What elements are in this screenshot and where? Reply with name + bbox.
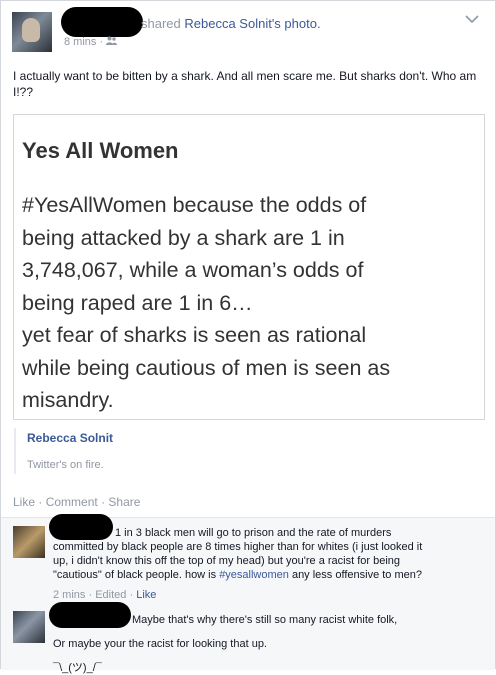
meta-separator: · [88,589,93,601]
comment-button[interactable]: Comment [46,495,98,509]
comment-line: "cautious" of black people. how is #yesa… [53,568,483,582]
comment-text: 1 in 3 black men will go to prison and t… [53,526,483,582]
attribution-name[interactable]: Rebecca Solnit [27,431,113,445]
comment-line: up, i didn't know this off the top of my… [53,555,401,567]
meta-separator: · [99,36,104,48]
comment-line: 1 in 3 black men will go to prison and t… [115,527,392,539]
photo-line: #YesAllWomen because the odds of [22,193,367,217]
post-text: I actually want to be bitten by a shark.… [13,69,477,99]
commenter-avatar[interactable] [13,526,45,558]
comment-line: ¯\_(ツ)_/¯ [53,662,102,674]
photo-line: being attacked by a shark are 1 in [22,225,345,250]
comment-meta: 2 mins · Edited · Like [53,589,156,601]
comment-text-part: any less offensive to men? [288,569,422,581]
attribution-description: Twitter's on fire. [27,459,104,471]
comment-text-part: "cautious" of black people. how is [53,569,220,581]
post-header: shared Rebecca Solnit's photo. [141,16,321,31]
photo-line: yet fear of sharks is seen as rational [22,323,367,347]
redacted-name [61,7,143,37]
photo-line: while being cautious of men is seen as [22,355,391,380]
facebook-post-card: shared Rebecca Solnit's photo. 8 mins · … [0,0,496,674]
shared-photo[interactable]: Yes All Women #YesAllWomen because the o… [13,114,485,420]
comment-text: Maybe that's why there's still so many r… [53,613,483,675]
comment-line: Or maybe your the racist for looking tha… [53,638,267,650]
friends-icon[interactable] [106,36,118,48]
commenter-avatar[interactable] [13,611,45,643]
comments-section: 1 in 3 black men will go to prison and t… [1,514,495,674]
poster-avatar[interactable] [12,12,52,52]
photo-line: 3,748,067, while a woman’s odds of [22,258,364,282]
edited-label[interactable]: Edited [95,589,126,601]
comment-like-button[interactable]: Like [136,589,156,601]
action-separator: · [101,495,106,509]
chevron-down-icon[interactable] [465,15,479,25]
like-button[interactable]: Like [13,495,35,509]
post-timestamp[interactable]: 8 mins [64,36,96,48]
comment-line: Maybe that's why there's still so many r… [132,614,398,626]
photo-attribution: Rebecca Solnit Twitter's on fire. [14,428,113,474]
share-button[interactable]: Share [108,495,140,509]
meta-separator: · [129,589,134,601]
photo-line: being raped are 1 in 6… [22,290,253,315]
post-meta: 8 mins · [64,36,118,48]
comment-time[interactable]: 2 mins [53,589,85,601]
post-actions: Like · Comment · Share [13,495,140,509]
hashtag-link[interactable]: #yesallwomen [219,569,289,581]
header-verb: shared [141,16,181,31]
shared-photo-link[interactable]: Rebecca Solnit's photo. [184,16,320,31]
action-separator: · [38,495,43,509]
photo-line: misandry. [22,388,114,412]
photo-body: #YesAllWomen because the odds of being a… [22,189,472,417]
comment-line: committed by black people are 8 times hi… [53,541,423,553]
photo-title: Yes All Women [22,138,179,163]
